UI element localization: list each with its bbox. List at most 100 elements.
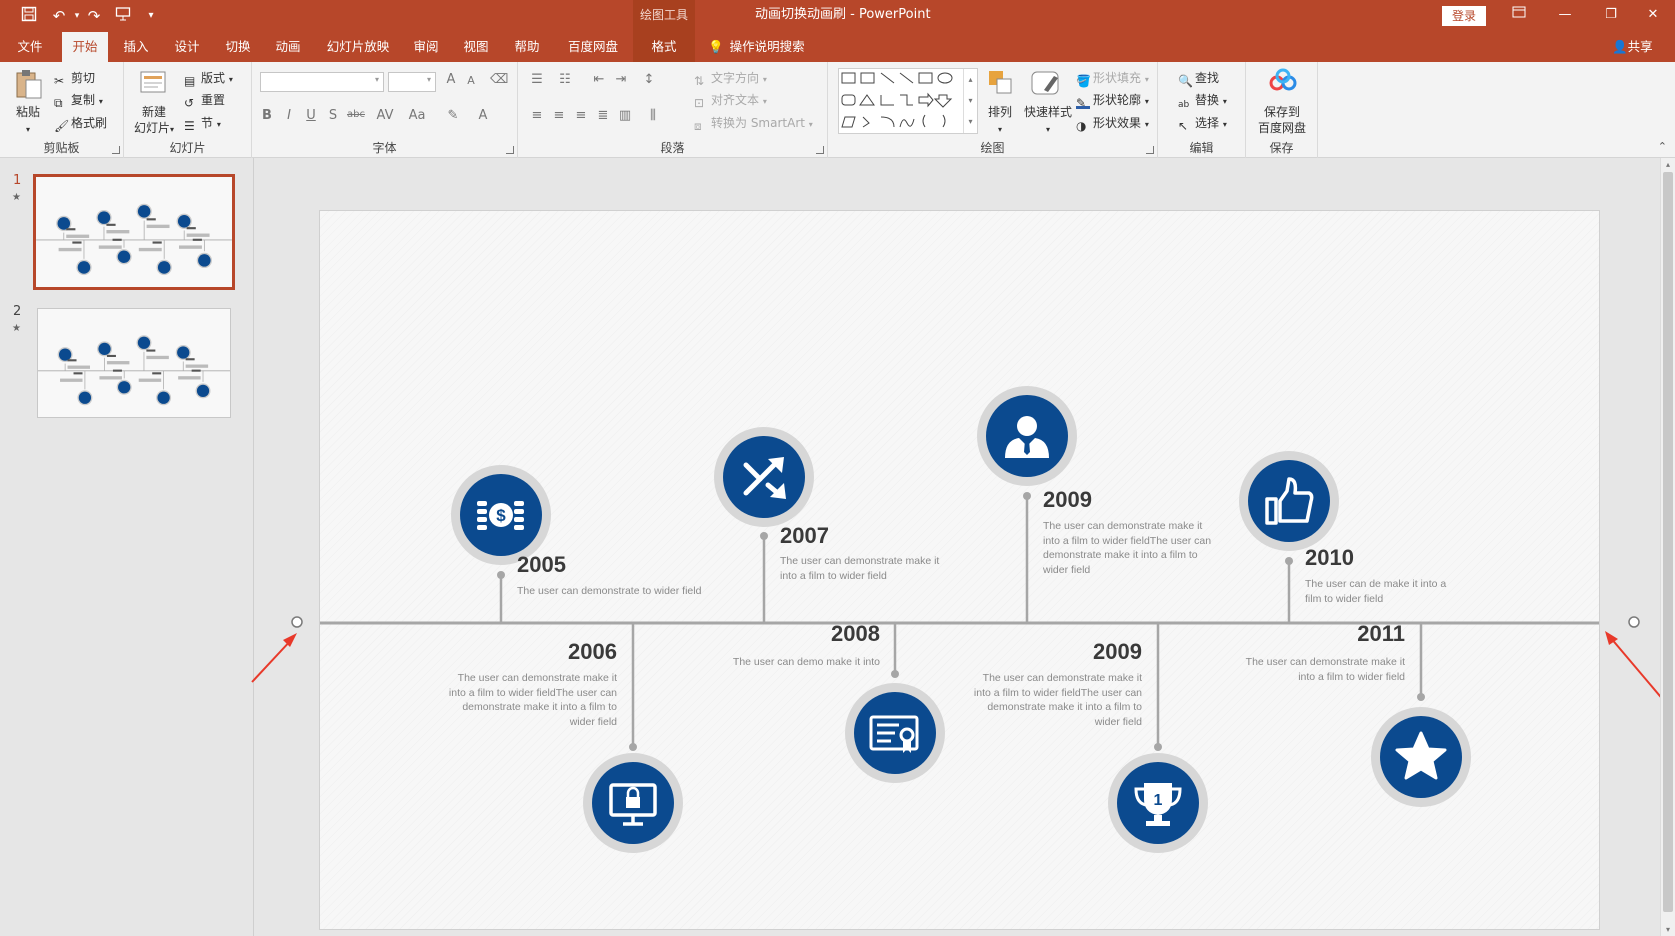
drawing-launcher-icon[interactable] — [1146, 146, 1154, 154]
reset-button[interactable]: ↺ 重置 — [184, 92, 225, 110]
tab-slideshow[interactable]: 幻灯片放映 — [320, 32, 396, 62]
scroll-up-icon[interactable]: ▴ — [1661, 160, 1675, 169]
svg-text:$: $ — [496, 506, 506, 525]
distributed-icon[interactable]: ▥ — [616, 108, 634, 123]
font-launcher-icon[interactable] — [506, 146, 514, 154]
tab-format[interactable]: 格式 — [633, 32, 695, 62]
font-color-icon[interactable]: A — [474, 108, 492, 123]
baidu-cloud-icon — [1268, 68, 1298, 98]
copy-button[interactable]: ⧉ 复制 ▾ — [54, 92, 103, 110]
tab-baidu-netdisk[interactable]: 百度网盘 — [560, 32, 626, 62]
magnifier-icon: 🔍 — [1178, 74, 1193, 88]
character-spacing-button[interactable]: AV — [372, 108, 398, 123]
layout-icon: ▤ — [184, 74, 196, 88]
new-slide-button[interactable]: 新建 幻灯片▾ — [132, 104, 176, 138]
animation-star-icon: ★ — [12, 323, 21, 334]
section-icon: ☰ — [184, 119, 195, 133]
tab-review[interactable]: 审阅 — [404, 32, 448, 62]
group-editing: 🔍 查找 ab 替换 ▾ ↖ 选择 ▾ 编辑 — [1158, 62, 1246, 158]
minimize-icon[interactable]: — — [1542, 0, 1588, 32]
tell-me-search[interactable]: 💡 操作说明搜索 — [708, 32, 805, 62]
vertical-scrollbar[interactable]: ▴ ▾ — [1660, 158, 1675, 936]
redo-icon[interactable]: ↷ — [83, 6, 105, 26]
slide-thumbnail-1[interactable] — [33, 174, 235, 290]
shape-fill-button[interactable]: 🪣 形状填充 ▾ — [1076, 70, 1149, 88]
shape-effects-button[interactable]: ◑ 形状效果 ▾ — [1076, 115, 1149, 133]
line-spacing-icon[interactable]: ↕ — [640, 72, 658, 87]
italic-button[interactable]: I — [280, 108, 298, 123]
quick-styles-button[interactable]: 快速样式 ▾ — [1022, 104, 1074, 138]
shapes-gallery[interactable]: ▴ ▾ ▾ — [838, 68, 978, 134]
bullets-icon[interactable]: ☰ — [528, 72, 546, 87]
share-button[interactable]: 👤共享 — [1612, 32, 1653, 62]
customize-qat-icon[interactable]: ▾ — [140, 6, 162, 26]
replace-button[interactable]: ab 替换 ▾ — [1178, 92, 1227, 111]
layout-button[interactable]: ▤ 版式 ▾ — [184, 70, 233, 88]
paragraph-launcher-icon[interactable] — [816, 146, 824, 154]
tell-me-label: 操作说明搜索 — [729, 39, 805, 54]
find-button[interactable]: 🔍 查找 — [1178, 70, 1219, 88]
grow-font-button[interactable]: A — [442, 72, 460, 87]
smartart-button[interactable]: ⧈ 转换为 SmartArt ▾ — [694, 115, 813, 133]
font-size-combo[interactable]: ▾ — [388, 72, 436, 92]
decrease-indent-icon[interactable]: ⇤ — [590, 72, 608, 87]
animation-star-icon: ★ — [12, 192, 21, 203]
numbering-icon[interactable]: ☷ — [556, 72, 574, 87]
group-label: 保存 — [1269, 141, 1294, 155]
tab-file[interactable]: 文件 — [10, 32, 50, 62]
align-right-icon[interactable]: ≡ — [572, 108, 590, 123]
columns-icon[interactable]: ⫼ — [644, 108, 662, 123]
increase-indent-icon[interactable]: ⇥ — [612, 72, 630, 87]
group-label: 段落 — [660, 141, 685, 155]
change-case-button[interactable]: Aa — [404, 108, 430, 123]
format-painter-button[interactable]: 🖌 格式刷 — [54, 115, 107, 133]
person-icon: 👤 — [1612, 39, 1628, 54]
justify-icon[interactable]: ≣ — [594, 108, 612, 123]
collapse-ribbon-icon[interactable]: ⌃ — [1658, 140, 1667, 153]
font-name-combo[interactable]: ▾ — [260, 72, 384, 92]
gallery-scroll[interactable]: ▴ ▾ ▾ — [963, 69, 977, 133]
strikethrough-button[interactable]: abc — [344, 109, 368, 120]
slide-canvas[interactable]: $1 2005 The user can demonstrate to wider… — [319, 210, 1600, 930]
ribbon-display-options-icon[interactable] — [1496, 0, 1542, 32]
milestone-year: 2006 — [568, 639, 617, 664]
tab-view[interactable]: 视图 — [454, 32, 498, 62]
tab-design[interactable]: 设计 — [165, 32, 209, 62]
save-icon[interactable] — [18, 6, 40, 26]
ribbon-home: 粘贴 ▾ ✂ 剪切 ⧉ 复制 ▾ 🖌 格式刷 剪贴板 新建 幻灯片▾ ▤ 版式 ▾ ↺ 重置 … — [0, 62, 1675, 158]
text-direction-button[interactable]: ⇅ 文字方向 ▾ — [694, 70, 767, 88]
shrink-font-button[interactable]: A — [462, 74, 480, 87]
shadow-button[interactable]: S — [324, 108, 342, 123]
align-center-icon[interactable]: ≡ — [550, 108, 568, 123]
slide-thumbnail-2[interactable] — [37, 308, 231, 418]
save-to-netdisk-button[interactable]: 保存到 百度网盘 — [1254, 104, 1310, 136]
select-button[interactable]: ↖ 选择 ▾ — [1178, 115, 1227, 133]
highlight-icon[interactable]: ✎ — [444, 108, 462, 123]
thumbnail-preview — [38, 309, 230, 417]
bold-button[interactable]: B — [258, 108, 276, 123]
arrange-button[interactable]: 排列 ▾ — [988, 104, 1012, 138]
shape-outline-button[interactable]: ✎ 形状轮廓 ▾ — [1076, 92, 1149, 110]
tab-help[interactable]: 帮助 — [505, 32, 549, 62]
clipboard-launcher-icon[interactable] — [112, 146, 120, 154]
restore-icon[interactable]: ❐ — [1588, 0, 1634, 32]
scroll-down-icon[interactable]: ▾ — [1661, 925, 1675, 934]
tab-transitions[interactable]: 切换 — [216, 32, 260, 62]
start-slideshow-icon[interactable] — [112, 6, 134, 26]
cut-button[interactable]: ✂ 剪切 — [54, 70, 95, 88]
close-icon[interactable]: ✕ — [1630, 0, 1675, 32]
clear-format-icon[interactable]: ⌫ — [490, 72, 508, 87]
tab-insert[interactable]: 插入 — [114, 32, 158, 62]
align-left-icon[interactable]: ≡ — [528, 108, 546, 123]
milestone-description: The user can demo make it into — [732, 656, 880, 668]
new-slide-icon — [138, 68, 168, 98]
paste-button[interactable]: 粘贴 ▾ — [16, 104, 40, 138]
tab-animations[interactable]: 动画 — [266, 32, 310, 62]
login-button[interactable]: 登录 — [1442, 6, 1486, 26]
align-text-button[interactable]: ⊡ 对齐文本 ▾ — [694, 92, 767, 110]
tab-home[interactable]: 开始 — [62, 32, 108, 62]
scroll-thumb[interactable] — [1663, 172, 1673, 912]
svg-text:1: 1 — [1154, 792, 1163, 809]
underline-button[interactable]: U — [302, 108, 320, 123]
section-button[interactable]: ☰ 节 ▾ — [184, 115, 221, 133]
